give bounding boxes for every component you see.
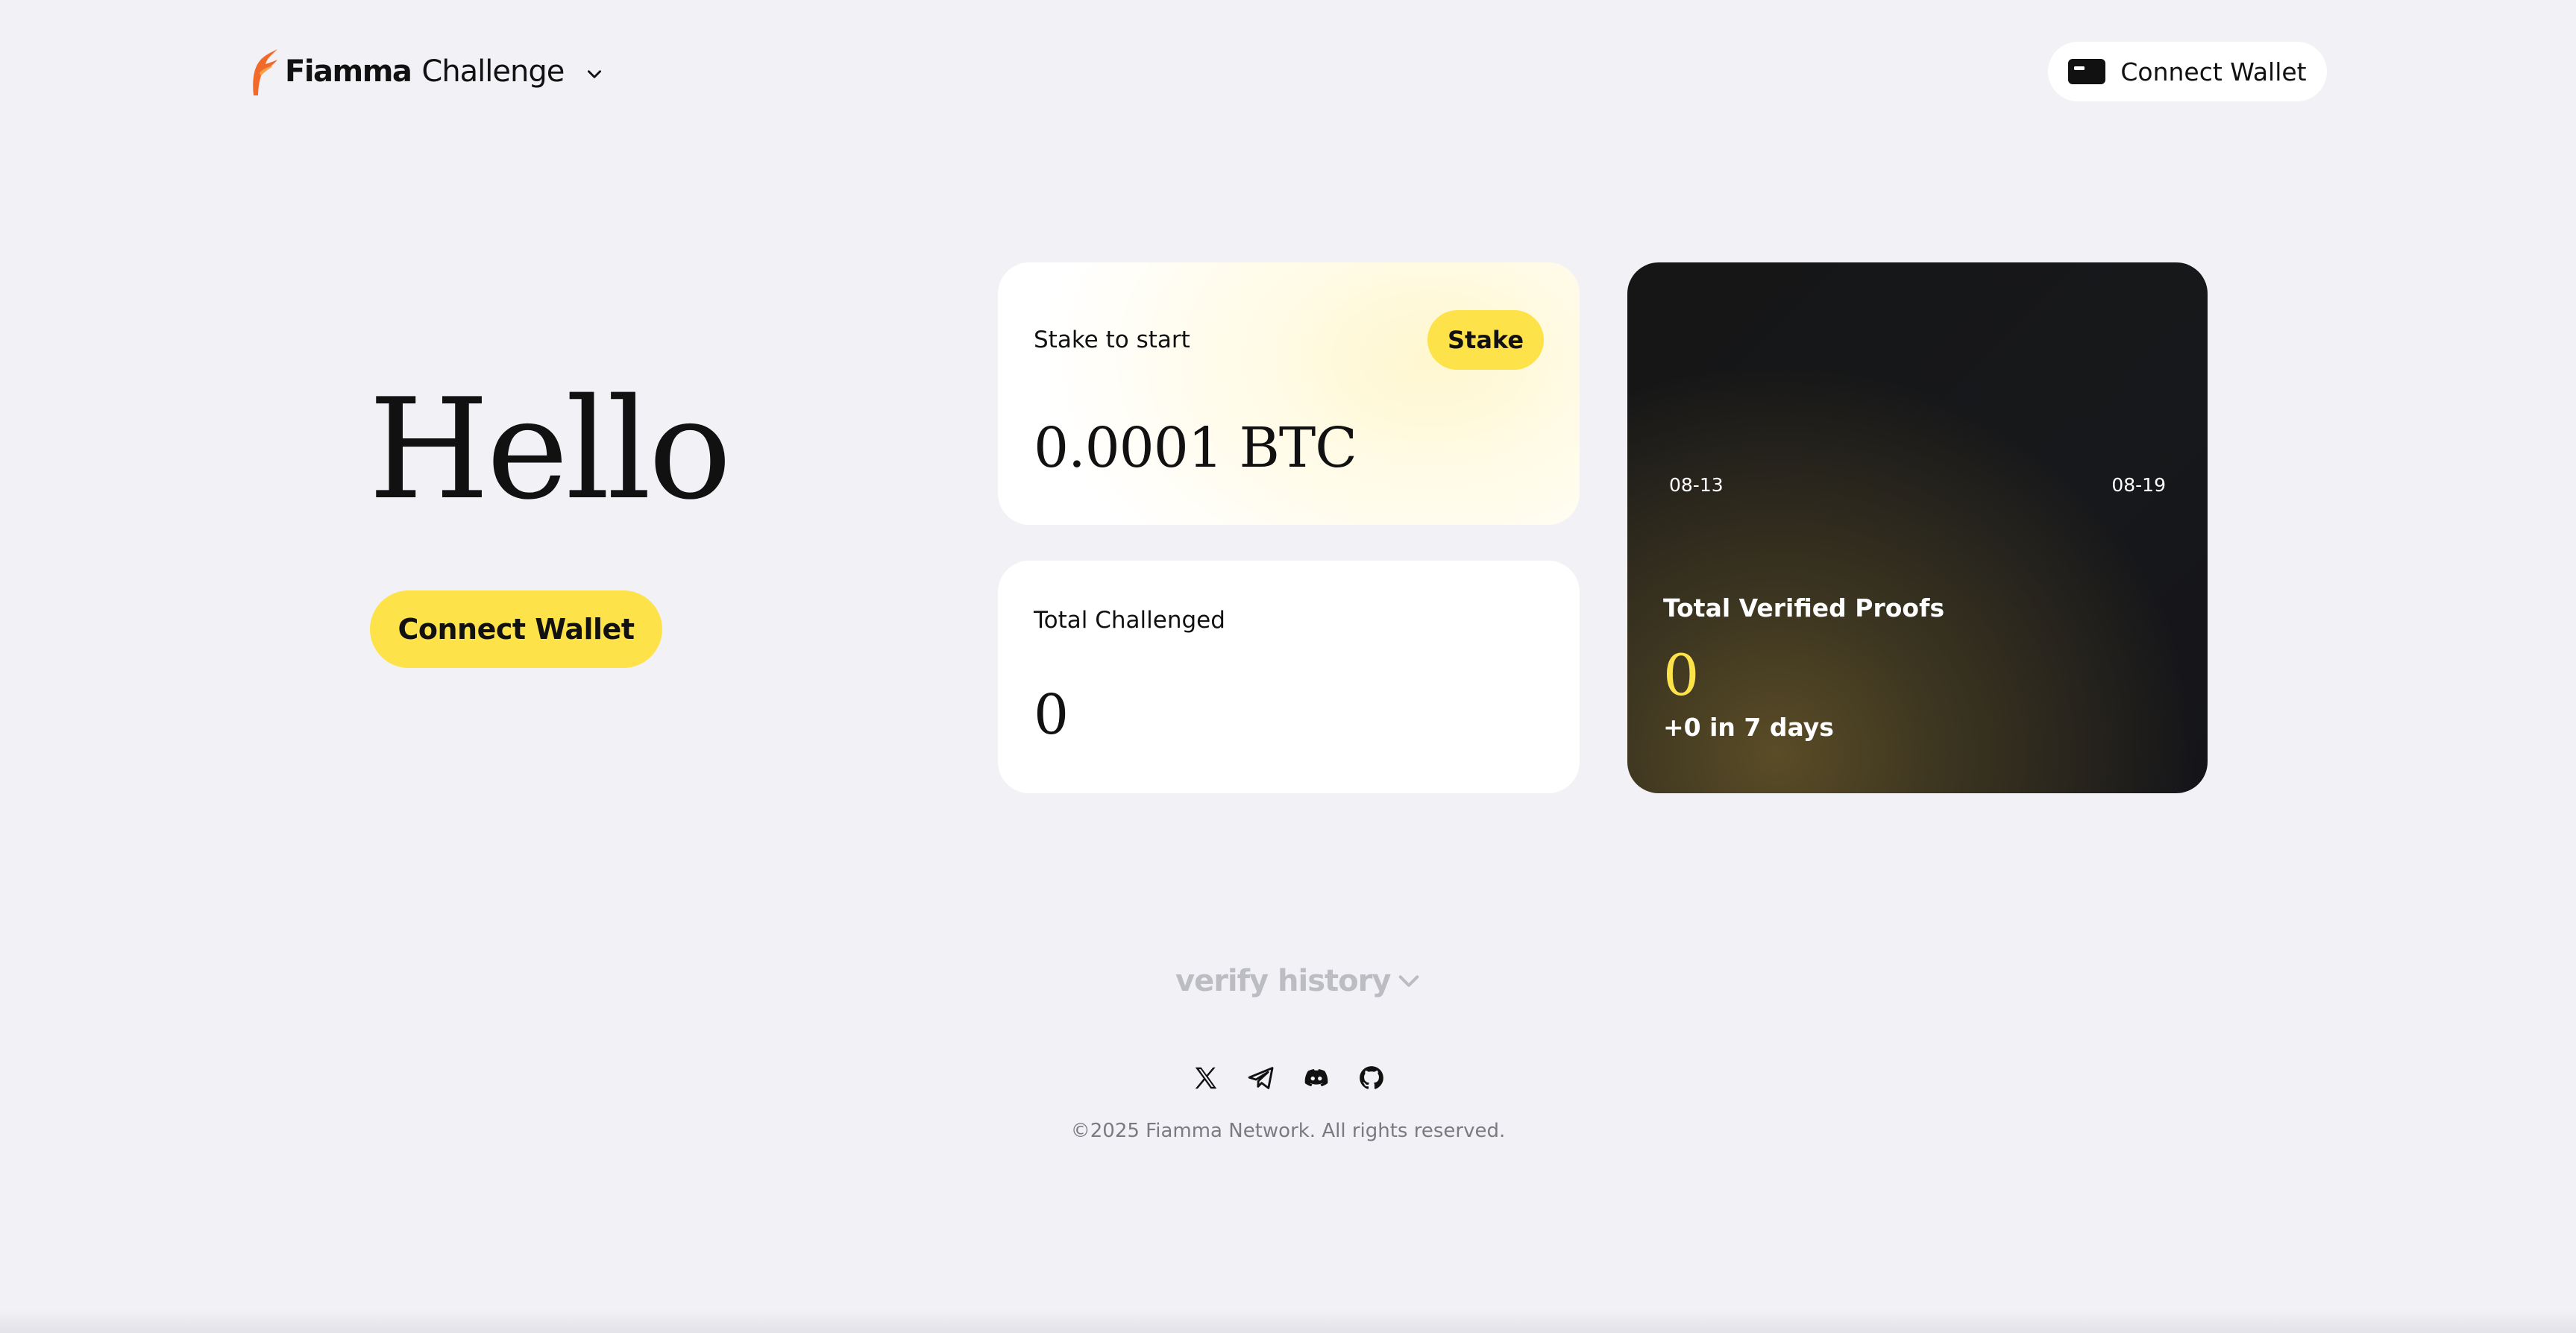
chevron-down-icon: [1399, 975, 1419, 987]
stake-card: Stake to start Stake 0.0001 BTC: [998, 262, 1580, 525]
chart-date-end: 08-19: [2111, 474, 2166, 496]
verified-proofs-value: 0: [1663, 642, 1700, 708]
verified-proofs-label: Total Verified Proofs: [1663, 593, 1945, 623]
page: Fiamma Challenge Connect Wallet Hello Co…: [0, 0, 2576, 1333]
connect-wallet-header-button[interactable]: Connect Wallet: [2048, 42, 2327, 101]
total-challenged-label: Total Challenged: [1034, 607, 1225, 634]
greeting-heading: Hello: [368, 368, 732, 530]
verify-history-toggle[interactable]: verify history: [1175, 959, 1421, 1003]
stake-button[interactable]: Stake: [1427, 310, 1544, 370]
wallet-icon: [2068, 59, 2106, 84]
connect-wallet-header-label: Connect Wallet: [2120, 57, 2307, 86]
chart-date-start: 08-13: [1669, 474, 1724, 496]
connect-wallet-button[interactable]: Connect Wallet: [370, 590, 662, 668]
page-bottom-shadow: [0, 1309, 2576, 1333]
verify-history-label: verify history: [1175, 964, 1391, 998]
copyright-text: ©2025 Fiamma Network. All rights reserve…: [1070, 1120, 1506, 1142]
discord-icon[interactable]: [1302, 1064, 1331, 1092]
social-links: [1192, 1062, 1386, 1094]
fiamma-flame-icon: [253, 49, 277, 95]
stake-amount: 0.0001 BTC: [1034, 416, 1357, 480]
brand-name: Fiamma: [285, 54, 412, 89]
total-challenged-card: Total Challenged 0: [998, 561, 1580, 793]
telegram-icon[interactable]: [1247, 1064, 1275, 1092]
product-name: Challenge: [421, 54, 565, 89]
total-challenged-value: 0: [1034, 683, 1069, 747]
app-logo-menu[interactable]: Fiamma Challenge: [249, 45, 604, 98]
stake-card-label: Stake to start: [1034, 327, 1190, 353]
verified-proofs-delta: +0 in 7 days: [1663, 713, 1834, 742]
chevron-down-icon[interactable]: [585, 64, 604, 83]
github-icon[interactable]: [1357, 1064, 1386, 1092]
verified-proofs-card: 08-13 08-19 Total Verified Proofs 0 +0 i…: [1627, 262, 2208, 793]
x-icon[interactable]: [1192, 1064, 1220, 1092]
